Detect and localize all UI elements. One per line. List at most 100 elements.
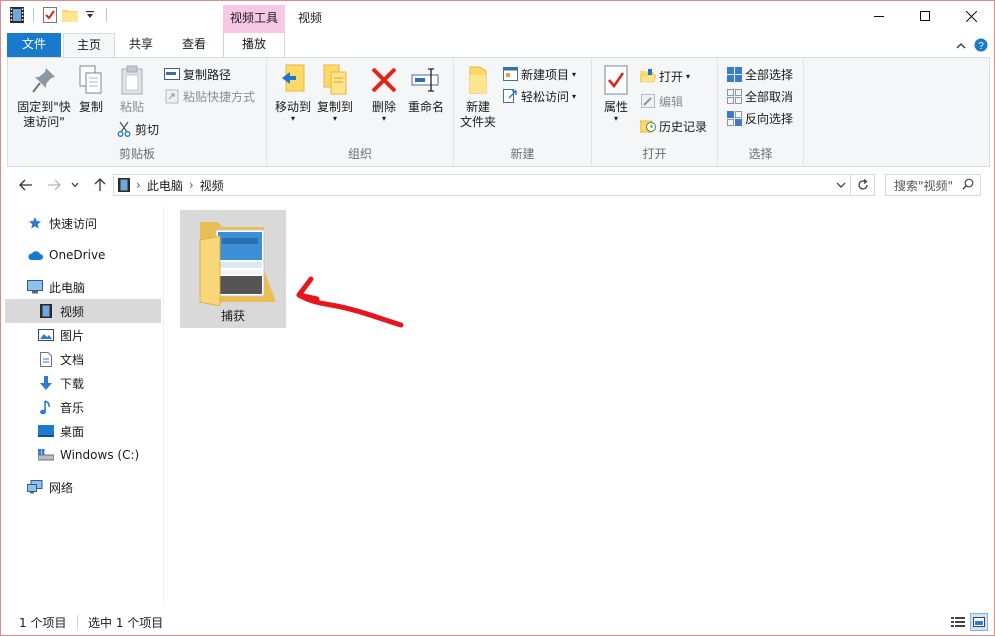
organize-group-label: 组织 <box>347 147 372 161</box>
copy-path-icon <box>164 66 180 82</box>
move-to-icon <box>277 64 309 96</box>
tab-view[interactable]: 查看 <box>169 33 219 57</box>
properties-icon <box>600 64 632 96</box>
open-folder-icon <box>640 68 656 84</box>
recent-locations-button[interactable] <box>69 176 81 194</box>
search-box[interactable]: 搜索"视频" <box>885 174 981 196</box>
breadcrumb-this-pc[interactable]: 此电脑 <box>147 177 183 194</box>
file-list: 捕获 <box>166 206 992 606</box>
address-bar[interactable]: › 此电脑 › 视频 <box>113 174 851 196</box>
pin-label-line1: 固定到"快 <box>17 100 71 114</box>
edit-pencil-icon <box>640 93 656 109</box>
scissors-icon <box>116 121 132 137</box>
large-icons-view-icon <box>973 617 985 627</box>
new-folder-label-line1: 新建 <box>465 100 490 114</box>
paste-shortcut-label: 粘贴快捷方式 <box>183 89 256 104</box>
status-bar: 1 个项目 选中 1 个项目 <box>1 609 994 635</box>
open-group-label: 打开 <box>642 147 667 161</box>
close-button[interactable] <box>948 1 994 31</box>
properties-button[interactable]: 属性 ▾ <box>596 64 636 123</box>
folder-tile[interactable]: 捕获 <box>180 210 286 328</box>
delete-button[interactable]: 删除 ▾ <box>367 64 401 123</box>
select-none-icon <box>726 88 742 104</box>
history-label: 历史记录 <box>659 119 708 134</box>
maximize-button[interactable] <box>902 1 948 31</box>
pin-label-line2: 速访问" <box>23 115 65 129</box>
history-icon <box>640 118 656 134</box>
details-view-button[interactable] <box>949 613 967 631</box>
clipboard-group: 固定到"快 速访问" 复制 粘贴 复制路径 粘贴快捷方式 剪切 剪贴板 <box>8 58 267 166</box>
copy-path-button[interactable]: 复制路径 <box>164 64 231 84</box>
select-all-icon <box>726 66 742 82</box>
paste-icon <box>116 64 148 96</box>
qat-dropdown-icon[interactable] <box>82 7 98 23</box>
sidebar-item-quick-access[interactable]: 快速访问 <box>27 211 183 235</box>
status-divider <box>77 615 78 629</box>
new-group: 新建 文件夹 新建项目 ▾ 轻松访问 ▾ 新建 <box>454 58 592 166</box>
help-icon[interactable]: ? <box>973 37 989 53</box>
tab-play[interactable]: 播放 <box>223 33 285 57</box>
copy-label: 复制 <box>78 100 103 114</box>
collapse-ribbon-icon[interactable] <box>953 37 969 53</box>
cut-button[interactable]: 剪切 <box>116 119 159 139</box>
rename-label: 重命名 <box>407 100 444 114</box>
copy-icon <box>75 64 107 96</box>
copy-button[interactable]: 复制 <box>74 64 108 115</box>
sidebar-item-network[interactable]: 网络 <box>27 475 183 499</box>
refresh-button[interactable] <box>851 174 875 196</box>
select-none-button[interactable]: 全部取消 <box>726 86 793 106</box>
qat-divider <box>33 8 34 22</box>
open-button[interactable]: 打开 ▾ <box>640 66 690 86</box>
tab-home[interactable]: 主页 <box>63 33 115 58</box>
refresh-icon <box>857 179 868 190</box>
delete-x-icon <box>368 64 400 96</box>
history-button[interactable]: 历史记录 <box>640 116 707 136</box>
breadcrumb-videos[interactable]: 视频 <box>200 177 224 194</box>
paste-shortcut-button[interactable]: 粘贴快捷方式 <box>164 86 255 106</box>
new-item-button[interactable]: 新建项目 ▾ <box>502 64 576 84</box>
edit-label: 编辑 <box>659 94 684 109</box>
tab-file[interactable]: 文件 <box>7 33 61 57</box>
sidebar-item-this-pc[interactable]: 此电脑 <box>27 275 183 299</box>
move-to-button[interactable]: 移动到 ▾ <box>273 64 313 123</box>
picture-icon <box>38 327 54 343</box>
copy-path-label: 复制路径 <box>183 67 232 82</box>
minimize-button[interactable] <box>856 1 902 31</box>
forward-arrow-icon <box>48 179 61 191</box>
invert-selection-button[interactable]: 反向选择 <box>726 108 793 128</box>
video-location-icon <box>114 178 134 192</box>
forward-button[interactable] <box>45 176 63 194</box>
new-folder-label-line2: 文件夹 <box>459 115 496 129</box>
edit-button[interactable]: 编辑 <box>640 91 683 111</box>
breadcrumb-separator-icon-2: › <box>188 178 194 192</box>
large-icons-view-button[interactable] <box>970 613 988 631</box>
up-arrow-icon <box>94 178 106 191</box>
sidebar-item-onedrive[interactable]: OneDrive <box>27 243 183 267</box>
new-folder-qat-icon[interactable] <box>62 7 78 23</box>
select-all-button[interactable]: 全部选择 <box>726 64 793 84</box>
folder-with-preview-icon <box>199 222 276 306</box>
video-folder-icon <box>9 7 25 23</box>
pin-icon <box>28 64 60 96</box>
paste-button[interactable]: 粘贴 <box>114 64 150 115</box>
back-button[interactable] <box>17 176 35 194</box>
pin-quick-access-button[interactable]: 固定到"快 速访问" <box>12 64 76 130</box>
rename-button[interactable]: 重命名 <box>405 64 447 115</box>
open-label: 打开 <box>659 69 684 84</box>
selected-count: 选中 1 个项目 <box>88 615 164 630</box>
svg-text:?: ? <box>978 41 984 52</box>
address-history-dropdown-icon[interactable] <box>836 178 846 192</box>
new-folder-button[interactable]: 新建 文件夹 <box>458 64 498 130</box>
sidebar-item-videos[interactable]: 视频 <box>5 299 161 323</box>
drive-icon <box>38 447 54 463</box>
copy-to-button[interactable]: 复制到 ▾ <box>315 64 355 123</box>
details-view-icon <box>951 617 965 627</box>
red-arrow-annotation <box>296 276 404 328</box>
properties-qat-icon[interactable] <box>42 7 58 23</box>
new-group-label: 新建 <box>510 147 535 161</box>
chevron-down-icon <box>71 182 79 188</box>
network-icon <box>27 479 43 495</box>
tab-share[interactable]: 共享 <box>117 33 165 57</box>
up-button[interactable] <box>91 176 109 194</box>
easy-access-button[interactable]: 轻松访问 ▾ <box>502 86 576 106</box>
